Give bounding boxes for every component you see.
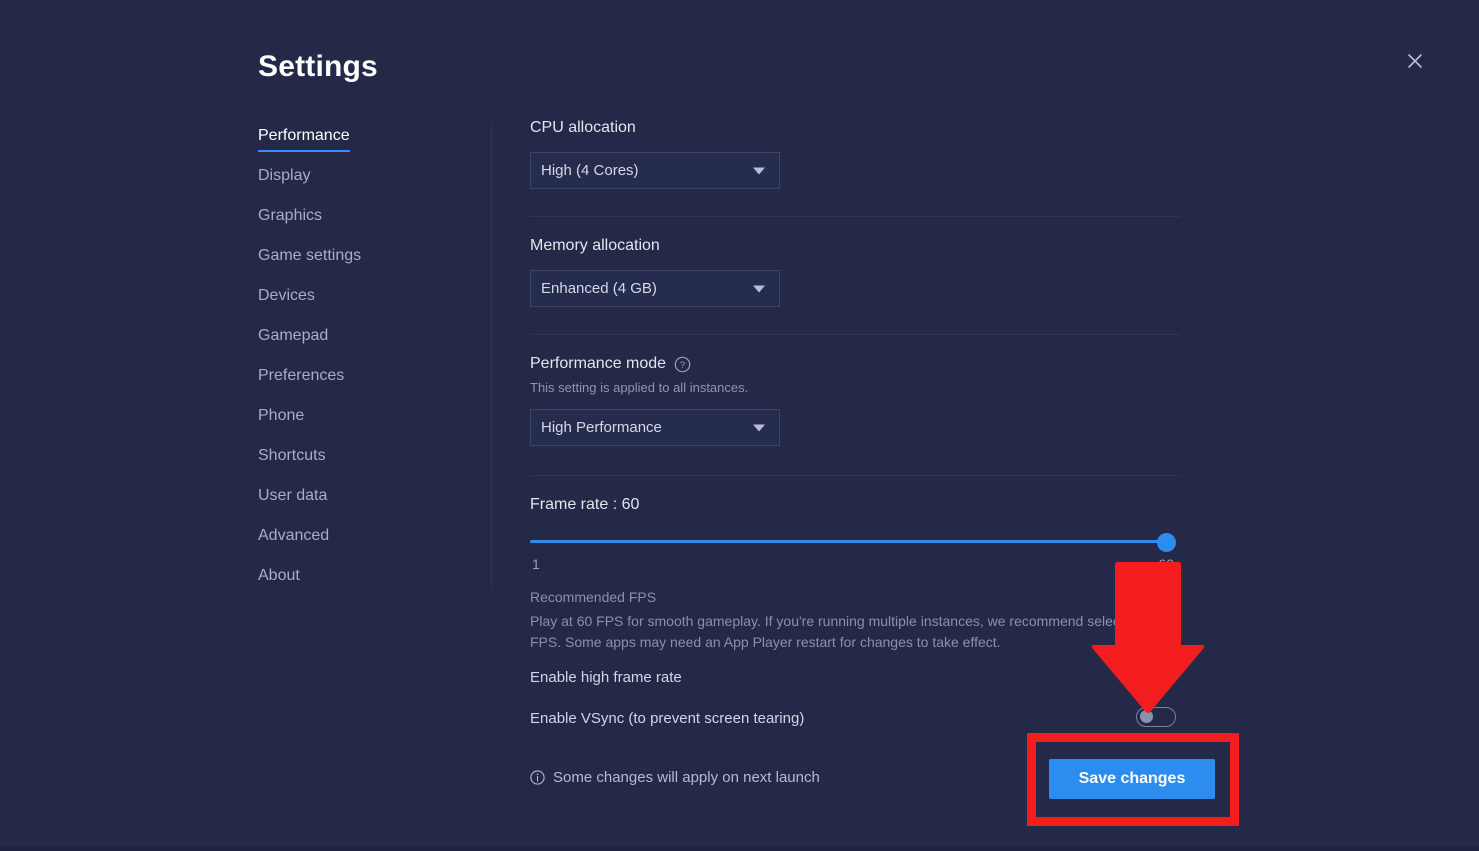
sidebar-item-gamepad[interactable]: Gamepad: [258, 326, 328, 346]
section-divider-1: [530, 216, 1180, 217]
toggle-knob: [1140, 669, 1153, 682]
high-frame-rate-label: Enable high frame rate: [530, 669, 682, 686]
memory-allocation-section: Memory allocation Enhanced (4 GB): [530, 236, 780, 307]
section-divider-2: [530, 334, 1180, 335]
cpu-allocation-label: CPU allocation: [530, 118, 780, 138]
settings-dialog: Settings Performance Display Graphics Ga…: [0, 0, 1479, 851]
sidebar-item-preferences[interactable]: Preferences: [258, 366, 344, 386]
toggle-knob: [1140, 710, 1153, 723]
memory-allocation-select[interactable]: Enhanced (4 GB): [530, 270, 780, 307]
recommended-fps-body: Play at 60 FPS for smooth gameplay. If y…: [530, 611, 1178, 653]
sidebar-item-about[interactable]: About: [258, 566, 300, 586]
high-frame-rate-toggle[interactable]: [1136, 666, 1176, 686]
sidebar-item-user-data[interactable]: User data: [258, 486, 327, 506]
performance-mode-note: This setting is applied to all instances…: [530, 379, 780, 397]
frame-rate-section: Frame rate : 60 1 60 Recommended FPS Pla…: [530, 495, 1178, 735]
performance-mode-value: High Performance: [541, 420, 662, 435]
svg-text:?: ?: [680, 360, 685, 371]
frame-rate-min-label: 1: [532, 556, 540, 572]
frame-rate-slider[interactable]: [530, 531, 1178, 551]
chevron-down-icon: [753, 424, 765, 431]
cpu-allocation-select[interactable]: High (4 Cores): [530, 152, 780, 189]
memory-allocation-value: Enhanced (4 GB): [541, 281, 657, 296]
memory-allocation-label: Memory allocation: [530, 236, 780, 256]
cpu-allocation-section: CPU allocation High (4 Cores): [530, 118, 780, 189]
performance-mode-label: Performance mode: [530, 354, 666, 374]
sidebar-item-advanced[interactable]: Advanced: [258, 526, 329, 546]
frame-rate-label: Frame rate : 60: [530, 495, 1178, 515]
sidebar-item-performance[interactable]: Performance: [258, 126, 350, 152]
frame-rate-scale: 1 60: [530, 556, 1178, 574]
sidebar-item-shortcuts[interactable]: Shortcuts: [258, 446, 326, 466]
bottom-edge-strip: [0, 847, 1479, 851]
help-circle-icon[interactable]: ?: [674, 356, 691, 373]
sidebar-item-display[interactable]: Display: [258, 166, 310, 186]
sidebar-divider: [491, 124, 492, 590]
page-title: Settings: [258, 50, 378, 84]
toggle-row-high-frame-rate: Enable high frame rate: [530, 660, 1178, 694]
chevron-down-icon: [753, 285, 765, 292]
next-launch-note-text: Some changes will apply on next launch: [553, 769, 820, 786]
performance-mode-select[interactable]: High Performance: [530, 409, 780, 446]
frame-rate-max-label: 60: [1158, 556, 1174, 572]
frame-rate-slider-thumb[interactable]: [1157, 533, 1176, 552]
cpu-allocation-value: High (4 Cores): [541, 163, 639, 178]
sidebar-item-game-settings[interactable]: Game settings: [258, 246, 361, 266]
sidebar-item-phone[interactable]: Phone: [258, 406, 304, 426]
vsync-label: Enable VSync (to prevent screen tearing): [530, 710, 804, 727]
close-icon[interactable]: [1398, 44, 1432, 78]
frame-rate-slider-track: [530, 540, 1170, 543]
settings-sidebar: Performance Display Graphics Game settin…: [258, 126, 473, 606]
recommended-fps-title: Recommended FPS: [530, 588, 1178, 607]
chevron-down-icon: [753, 167, 765, 174]
sidebar-item-graphics[interactable]: Graphics: [258, 206, 322, 226]
performance-mode-section: Performance mode ? This setting is appli…: [530, 354, 780, 446]
info-circle-icon: [530, 770, 545, 785]
next-launch-note: Some changes will apply on next launch: [530, 769, 820, 786]
vsync-toggle[interactable]: [1136, 707, 1176, 727]
performance-mode-label-row: Performance mode ?: [530, 354, 780, 374]
save-changes-button[interactable]: Save changes: [1049, 759, 1215, 799]
section-divider-3: [530, 475, 1180, 476]
sidebar-item-devices[interactable]: Devices: [258, 286, 315, 306]
toggle-row-vsync: Enable VSync (to prevent screen tearing): [530, 701, 1178, 735]
